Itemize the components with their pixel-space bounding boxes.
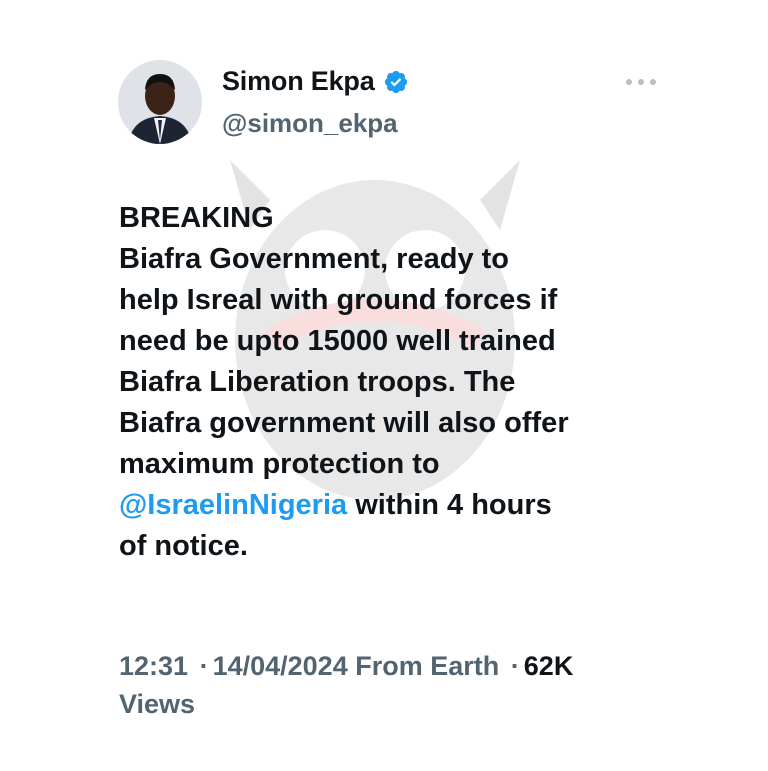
tweet-line: Biafra government will also offer xyxy=(119,407,569,439)
verified-badge-icon xyxy=(384,70,407,93)
views-label[interactable]: Views xyxy=(119,689,195,719)
tweet-meta: 12:31 · 14/04/2024 From Earth · 62K Views xyxy=(119,647,679,723)
tweet-line: help Isreal with ground forces if xyxy=(119,284,558,316)
tweet-text: BREAKING Biafra Government, ready to hel… xyxy=(119,198,679,567)
more-dot xyxy=(626,79,632,85)
author-name-row[interactable]: Simon Ekpa xyxy=(222,66,409,97)
avatar[interactable] xyxy=(118,60,202,144)
tweet-line: need be upto 15000 well trained xyxy=(119,325,556,357)
more-options-icon[interactable] xyxy=(626,72,656,92)
tweet-card: Simon Ekpa @simon_ekpa BREAKING Biafra G… xyxy=(0,0,768,771)
tweet-source: From Earth xyxy=(355,651,500,681)
tweet-line: Biafra Government, ready to xyxy=(119,243,509,275)
tweet-line: BREAKING xyxy=(119,202,274,234)
more-dot xyxy=(650,79,656,85)
tweet-line: Biafra Liberation troops. The xyxy=(119,366,516,398)
tweet-line: of notice. xyxy=(119,530,248,562)
more-dot xyxy=(638,79,644,85)
profile-photo xyxy=(118,60,202,144)
tweet-line-mention: @IsraelinNigeria within 4 hours xyxy=(119,485,679,526)
meta-separator: · xyxy=(510,651,520,681)
tweet-line-rest: within 4 hours xyxy=(347,489,552,521)
tweet-date[interactable]: 14/04/2024 xyxy=(213,651,348,681)
tweet-line: maximum protection to xyxy=(119,448,440,480)
display-name[interactable]: Simon Ekpa xyxy=(222,66,375,97)
tweet-time[interactable]: 12:31 xyxy=(119,651,188,681)
views-count[interactable]: 62K xyxy=(524,651,574,681)
author-handle[interactable]: @simon_ekpa xyxy=(222,108,398,139)
meta-separator: · xyxy=(199,651,209,681)
mention-link[interactable]: @IsraelinNigeria xyxy=(119,489,347,521)
